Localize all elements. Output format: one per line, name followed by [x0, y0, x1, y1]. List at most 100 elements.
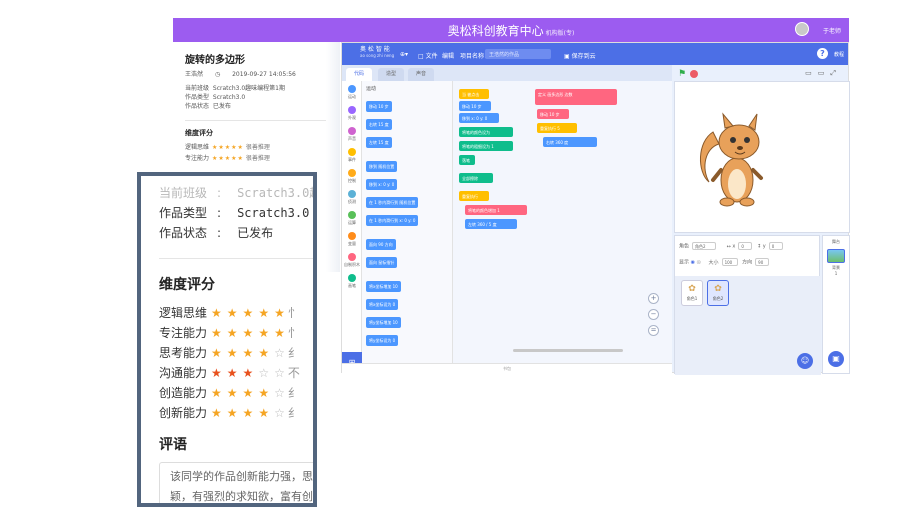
palette-block[interactable]: 在 1 秒内滑行到 随机位置 [366, 197, 419, 208]
script-block[interactable]: 落笔 [459, 155, 475, 165]
sprite-name-row: 角色 角色2 ↔ x0 ↕ y0 [679, 242, 786, 250]
script-block[interactable]: 移动 10 步 [537, 109, 569, 119]
palette-block[interactable]: 在 1 秒内滑行到 x: 0 y: 0 [366, 215, 419, 226]
category-variables[interactable]: 变量 [342, 232, 362, 247]
dimension-heading: 维度评分 [159, 277, 215, 293]
sprite-list: ✿ 角色1 ✿ 角色2 ☺ [675, 276, 821, 375]
work-datetime: 2019-09-27 14:05:56 [232, 71, 296, 78]
script-block[interactable]: 将笔的粗细设为 1 [459, 141, 513, 151]
tab-code[interactable]: 代码 [346, 68, 373, 81]
hide-eye-icon[interactable]: ◎ [697, 260, 701, 266]
horizontal-scrollbar[interactable] [513, 349, 623, 352]
star-filled-icon: ★ [211, 306, 227, 320]
category-my-blocks[interactable]: 自制积木 [342, 253, 362, 268]
zoom-out-icon[interactable]: − [648, 309, 659, 320]
script-block[interactable]: 移动 10 步 [459, 101, 491, 111]
zoom-reset-icon[interactable]: = [648, 325, 659, 336]
direction-input[interactable]: 90 [755, 258, 770, 266]
script-block[interactable]: 重复执行 [459, 191, 489, 201]
sprite-thumb[interactable]: ✿ 角色1 [681, 280, 703, 306]
tab-costumes[interactable]: 造型 [378, 68, 405, 81]
backpack-bar[interactable]: 书包 [342, 363, 672, 374]
add-sprite-icon[interactable]: ☺ [797, 353, 813, 369]
star-filled-icon: ★ [242, 386, 259, 400]
star-filled-icon: ★ [258, 326, 275, 340]
category-looks[interactable]: 外观 [342, 106, 362, 121]
sprite-thumb[interactable]: ✿ 角色2 [707, 280, 729, 306]
work-title: 旋转的多边形 [185, 55, 245, 66]
script-block[interactable]: 左转 360 / 5 度 [465, 219, 517, 229]
script-area[interactable]: 当 被点击 移动 10 步 移到 x: 0 y: 0 将笔的颜色设为 将笔的粗细… [453, 81, 672, 374]
row-class: 当前班级 Scratch3.0趣味编程第1期 [185, 85, 285, 92]
script-block[interactable]: 当 被点击 [459, 89, 489, 99]
category-sound[interactable]: 声音 [342, 127, 362, 142]
show-eye-icon[interactable]: ◉ [691, 260, 695, 266]
panel-shadow [326, 42, 340, 272]
palette-block[interactable]: 将x坐标增加 10 [366, 281, 401, 292]
stage-backdrop-panel[interactable]: 舞台 背景 1 ▣ [822, 235, 850, 374]
category-operators[interactable]: 运算 [342, 211, 362, 226]
globe-icon[interactable]: ⊕▾ [400, 51, 408, 58]
category-events[interactable]: 事件 [342, 148, 362, 163]
size-input[interactable]: 100 [721, 258, 738, 266]
star-rating: ★★★★★ [212, 155, 244, 162]
green-flag-icon[interactable]: ⚑ [678, 69, 686, 79]
script-block[interactable]: 移到 x: 0 y: 0 [459, 113, 499, 123]
star-filled-icon: ★ [242, 346, 259, 360]
star-rating: ★★★★★ [211, 306, 290, 320]
save-cloud-button[interactable]: ▣ 保存到云 [564, 51, 596, 60]
backdrop-thumb[interactable] [827, 249, 845, 263]
category-pen[interactable]: 画笔 [342, 274, 362, 289]
menu-edit[interactable]: 编辑 [442, 51, 454, 60]
user-avatar[interactable] [795, 22, 809, 36]
palette-block[interactable]: 将y坐标增加 10 [366, 317, 401, 328]
script-block[interactable]: 右转 360 度 [543, 137, 597, 147]
star-empty-icon: ☆ [258, 366, 275, 380]
tab-sounds[interactable]: 声音 [408, 68, 435, 81]
top-header-bar: 奥松科创教育中心 机构版(专) 于老师 [173, 18, 849, 42]
star-filled-icon: ★ [226, 306, 243, 320]
y-input[interactable]: 0 [768, 242, 783, 250]
row-type: 作品类型 Scratch3.0 [185, 94, 246, 101]
palette-block[interactable]: 移到 x: 0 y: 0 [366, 179, 398, 190]
category-control[interactable]: 控制 [342, 169, 362, 184]
star-filled-icon: ★ [226, 346, 243, 360]
comment-box[interactable]: 该同学的作品创新能力强，思 颖，有强烈的求知欲，富有创 [159, 462, 313, 503]
help-icon[interactable]: ? [817, 48, 828, 59]
star-rating: ★★★★☆ [211, 346, 290, 360]
category-motion[interactable]: 运动 [342, 85, 362, 100]
sprite-name-input[interactable]: 角色2 [692, 242, 717, 250]
user-name[interactable]: 于老师 [823, 26, 841, 35]
script-block[interactable]: 重复执行 5 [537, 123, 577, 133]
script-block[interactable]: 定义 画多边形 边数 [535, 89, 617, 105]
star-filled-icon: ★ [258, 306, 275, 320]
palette-block[interactable]: 面向 鼠标指针 [366, 257, 398, 268]
palette-block[interactable]: 移到 随机位置 [366, 161, 398, 172]
project-name-input[interactable]: 王浩然的作品 [485, 49, 551, 59]
squirrel-icon: ✿ [714, 284, 722, 294]
palette-block[interactable]: 面向 90 方向 [366, 239, 396, 250]
score-row: 沟通能力 ★★★☆☆不 [159, 366, 300, 380]
tutorial-link[interactable]: 教程 [834, 51, 844, 58]
org-edition: 机构版(专) [545, 30, 575, 37]
stage-size-buttons[interactable]: ▭▭⤢ [805, 69, 842, 78]
script-block[interactable]: 全部擦除 [459, 173, 493, 183]
stop-icon[interactable] [690, 70, 698, 78]
x-input[interactable]: 0 [738, 242, 753, 250]
script-block[interactable]: 将笔的颜色设为 [459, 127, 513, 137]
palette-block[interactable]: 右转 15 度 [366, 119, 392, 130]
palette-block[interactable]: 将x坐标设为 0 [366, 299, 399, 310]
add-backdrop-icon[interactable]: ▣ [828, 351, 844, 367]
zoom-in-icon[interactable]: + [648, 293, 659, 304]
palette-block[interactable]: 将y坐标设为 0 [366, 335, 399, 346]
palette-block[interactable]: 移动 10 步 [366, 101, 392, 112]
stage-canvas[interactable] [674, 81, 850, 233]
squirrel-sprite[interactable] [695, 102, 775, 222]
script-block[interactable]: 将笔的颜色增加 1 [465, 205, 527, 215]
category-sensing[interactable]: 侦测 [342, 190, 362, 205]
palette-block[interactable]: 左转 15 度 [366, 137, 392, 148]
menu-file[interactable]: □ 文件 [418, 51, 438, 60]
comment-heading: 评语 [159, 437, 187, 453]
star-filled-icon: ★ [211, 386, 227, 400]
zoom-row-status: 作品状态: 已发布 [159, 226, 274, 240]
